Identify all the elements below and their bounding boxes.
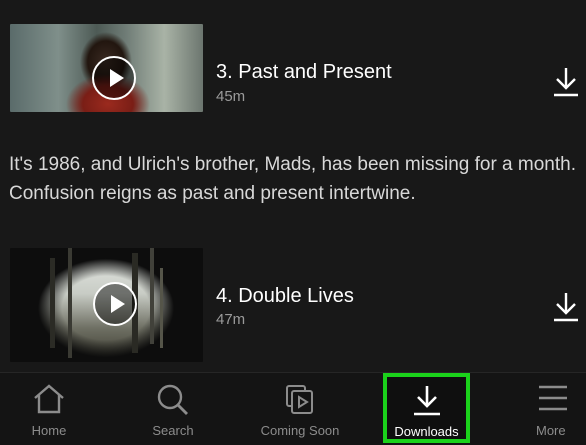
nav-search[interactable]: Search xyxy=(138,373,208,445)
home-icon xyxy=(34,384,64,414)
episode-title[interactable]: 4. Double Lives xyxy=(216,285,354,308)
nav-home[interactable]: Home xyxy=(14,373,84,445)
play-icon[interactable] xyxy=(93,282,137,326)
download-icon[interactable] xyxy=(553,66,579,98)
nav-label: More xyxy=(536,423,566,438)
download-icon[interactable] xyxy=(553,291,579,323)
episode-title[interactable]: 3. Past and Present xyxy=(216,61,392,84)
episode-thumbnail[interactable] xyxy=(10,248,203,362)
nav-label: Home xyxy=(31,423,67,438)
nav-coming-soon[interactable]: Coming Soon xyxy=(250,373,350,445)
episode-duration: 45m xyxy=(216,88,246,105)
episode-thumbnail[interactable] xyxy=(10,24,203,112)
episode-duration: 47m xyxy=(216,311,246,328)
search-icon xyxy=(157,384,188,415)
episode-row-4[interactable]: 4. Double Lives 47m xyxy=(0,248,586,362)
download-icon xyxy=(413,386,440,416)
bottom-nav: Home Search Coming Soon Downloads More xyxy=(0,372,586,445)
menu-icon xyxy=(539,385,567,411)
episode-description: It's 1986, and Ulrich's brother, Mads, h… xyxy=(9,154,576,204)
nav-downloads[interactable]: Downloads xyxy=(383,373,470,443)
play-icon[interactable] xyxy=(92,56,136,100)
nav-label: Search xyxy=(152,423,194,438)
nav-label: Downloads xyxy=(394,424,459,439)
nav-label: Coming Soon xyxy=(260,423,340,438)
episode-row-3[interactable]: 3. Past and Present 45m xyxy=(0,24,586,112)
nav-more[interactable]: More xyxy=(520,373,586,445)
coming-soon-icon xyxy=(286,385,313,414)
